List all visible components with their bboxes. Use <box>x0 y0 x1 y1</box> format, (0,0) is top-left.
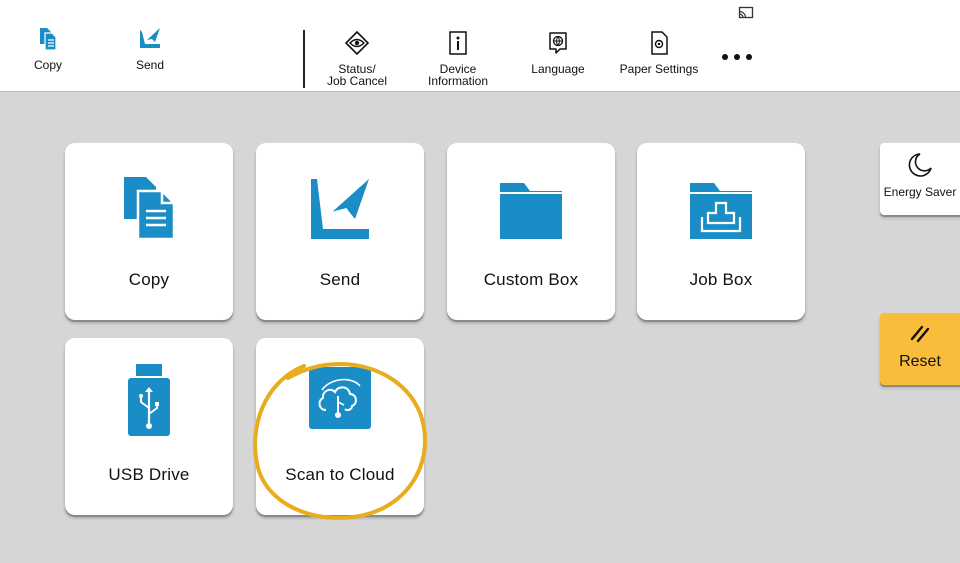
send-tile[interactable]: Send <box>256 143 424 320</box>
usb-drive-icon <box>128 364 170 436</box>
energy-saver-button[interactable]: Energy Saver <box>880 143 960 215</box>
custom-box-tile[interactable]: Custom Box <box>447 143 615 320</box>
folder-icon <box>500 183 562 239</box>
reset-button[interactable]: Reset <box>880 313 960 385</box>
toolbar-divider <box>303 30 305 88</box>
language-icon <box>549 32 567 54</box>
toolbar-device-line2: Information <box>427 74 489 88</box>
copy-icon <box>40 28 57 51</box>
moon-icon <box>908 153 932 177</box>
more-options-button[interactable] <box>718 46 756 68</box>
toolbar-language-label: Language <box>531 62 585 76</box>
copy-icon <box>124 177 176 241</box>
send-tile-icon-wrap <box>256 171 424 243</box>
toolbar-copy-button[interactable]: Copy <box>28 26 68 71</box>
usb-drive-tile-label: USB Drive <box>108 465 190 484</box>
send-icon <box>311 179 369 239</box>
job-box-tile[interactable]: Job Box <box>637 143 805 320</box>
toolbar-paper-settings-button[interactable]: Paper Settings <box>614 30 704 75</box>
custom-box-tile-icon-wrap <box>447 171 615 243</box>
scan-to-cloud-tile[interactable]: Scan to Cloud <box>256 338 424 515</box>
more-dot-icon <box>734 54 740 60</box>
toolbar-send-label: Send <box>135 58 165 72</box>
copy-tile[interactable]: Copy <box>65 143 233 320</box>
usb-drive-tile-icon-wrap <box>65 362 233 436</box>
info-icon <box>449 31 467 55</box>
toolbar-status-line2: Job Cancel <box>326 74 388 88</box>
scan-to-cloud-tile-icon-wrap <box>256 366 424 438</box>
more-dot-icon <box>722 54 728 60</box>
send-icon <box>140 28 160 48</box>
reset-label: Reset <box>899 353 941 370</box>
send-tile-label: Send <box>319 270 361 289</box>
custom-box-tile-label: Custom Box <box>483 270 579 289</box>
job-box-folder-icon <box>690 183 752 239</box>
usb-drive-tile[interactable]: USB Drive <box>65 338 233 515</box>
reset-icon <box>910 325 930 343</box>
eye-icon <box>344 30 370 56</box>
energy-saver-label: Energy Saver <box>883 185 957 199</box>
cast-icon <box>738 6 754 19</box>
top-toolbar: Copy Send Status/ Job Cancel Device Info… <box>0 0 960 92</box>
paper-settings-icon <box>651 31 668 55</box>
scan-to-cloud-tile-label: Scan to Cloud <box>285 465 395 484</box>
toolbar-language-button[interactable]: Language <box>526 30 590 75</box>
copy-tile-icon-wrap <box>65 171 233 243</box>
job-box-tile-icon-wrap <box>637 171 805 243</box>
toolbar-send-button[interactable]: Send <box>130 26 170 71</box>
more-dot-icon <box>746 54 752 60</box>
toolbar-copy-label: Copy <box>33 58 62 72</box>
toolbar-device-information-button[interactable]: Device Information <box>420 30 496 87</box>
job-box-tile-label: Job Box <box>689 270 753 289</box>
toolbar-status-job-cancel-button[interactable]: Status/ Job Cancel <box>322 30 392 87</box>
copy-tile-label: Copy <box>128 270 170 289</box>
toolbar-paper-settings-label: Paper Settings <box>619 62 699 76</box>
scan-to-cloud-icon <box>309 367 371 429</box>
